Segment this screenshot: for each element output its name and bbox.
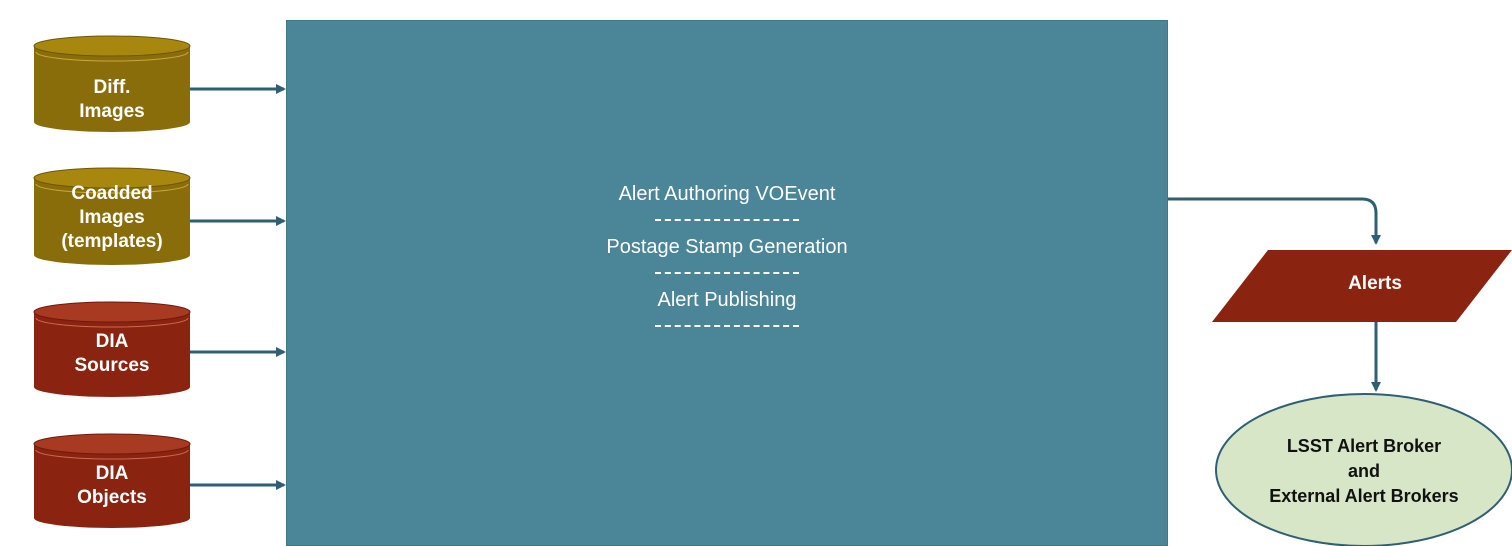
db-label-line: DIA (95, 331, 129, 352)
alert-processing-box: Alert Authoring VOEvent Postage Stamp Ge… (286, 20, 1168, 546)
broker-label: LSST Alert Broker and External Alert Bro… (1216, 434, 1512, 509)
db-label-line: Images (79, 101, 145, 122)
step-separator (655, 300, 799, 327)
db-dia-sources-label: DIA Sources (34, 330, 190, 378)
db-label-line: Diff. (93, 77, 131, 98)
process-steps: Alert Authoring VOEvent Postage Stamp Ge… (287, 181, 1167, 340)
db-coadded-images-label: Coadded Images (templates) (34, 182, 190, 254)
db-label-line: Images (79, 207, 145, 228)
step-separator (655, 194, 799, 221)
alerts-label: Alerts (1348, 273, 1402, 294)
db-label-line: (templates) (61, 231, 163, 252)
db-label-line: DIA (95, 463, 129, 484)
broker-label-line: External Alert Brokers (1269, 486, 1459, 506)
step-separator (655, 247, 799, 274)
db-dia-objects-label: DIA Objects (34, 462, 190, 510)
db-diff-images-label: Diff. Images (34, 76, 190, 124)
broker-label-line: and (1347, 461, 1380, 481)
db-label-line: Sources (74, 355, 150, 376)
arrow-to-alerts (1168, 197, 1381, 245)
db-label-line: Objects (77, 487, 147, 508)
db-label-line: Coadded (71, 183, 153, 204)
broker-label-line: LSST Alert Broker (1286, 436, 1442, 456)
